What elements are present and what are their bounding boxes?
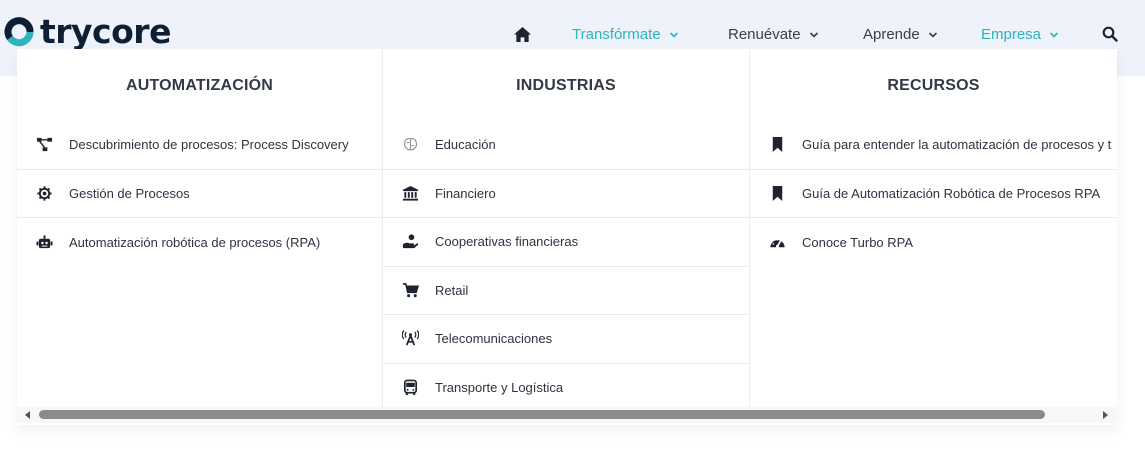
menu-item-label: Guía para entender la automatización de … [802,137,1112,153]
broadcast-tower-icon [402,330,419,346]
gear-icon [37,186,52,201]
menu-item-label: Transporte y Logística [435,380,564,396]
menu-item-cooperativas[interactable]: Cooperativas financieras [383,218,749,267]
top-nav: Transfórmate Renuévate Aprende Empresa [0,20,1145,48]
menu-item-process-discovery[interactable]: Descubrimiento de procesos: Process Disc… [17,121,382,170]
menu-item-retail[interactable]: Retail [383,267,749,315]
menu-item-educacion[interactable]: Educación [383,121,749,170]
home-icon [514,26,531,42]
bookmark-icon [772,185,783,201]
nav-item-empresa[interactable]: Empresa [981,20,1059,48]
menu-column-automatizacion: AUTOMATIZACIÓN Descubrimiento de proceso… [17,49,383,407]
horizontal-scrollbar[interactable] [17,407,1117,423]
menu-item-label: Retail [435,282,469,298]
brain-icon [403,138,418,151]
robot-icon [36,235,53,248]
menu-item-label: Automatización robótica de procesos (RPA… [69,234,321,250]
menu-item-label: Telecomunicaciones [435,331,553,347]
hand-coin-icon [402,234,419,249]
cart-icon [402,282,419,297]
menu-item-guia-rpa[interactable]: Guía de Automatización Robótica de Proce… [750,170,1117,218]
menu-item-telecomunicaciones[interactable]: Telecomunicaciones [383,315,749,364]
nav-item-aprende[interactable]: Aprende [863,20,938,48]
process-flow-icon [36,138,53,152]
column-title: INDUSTRIAS [516,76,616,94]
nav-item-transformate[interactable]: Transfórmate [572,20,679,48]
nav-item-label: Empresa [981,25,1042,43]
chevron-down-icon [928,31,937,38]
search-icon [1102,26,1118,42]
menu-item-label: Gestión de Procesos [69,185,190,201]
bus-icon [403,379,418,396]
menu-column-recursos: RECURSOS Guía para entender la automatiz… [750,49,1117,407]
menu-item-label: Descubrimiento de procesos: Process Disc… [69,137,349,153]
menu-item-financiero[interactable]: Financiero [383,170,749,218]
chevron-down-icon [809,31,818,38]
nav-item-label: Aprende [863,25,920,43]
column-title: AUTOMATIZACIÓN [125,76,274,94]
menu-item-label: Conoce Turbo RPA [802,234,914,250]
menu-item-turbo-rpa[interactable]: Conoce Turbo RPA [750,218,1117,267]
menu-item-rpa[interactable]: Automatización robótica de procesos (RPA… [17,218,382,267]
chevron-down-icon [669,31,678,38]
home-link[interactable] [513,20,532,48]
bank-icon [402,185,419,201]
menu-item-guia-automatizacion[interactable]: Guía para entender la automatización de … [750,121,1117,170]
chevron-down-icon [1049,31,1059,38]
column-title: RECURSOS [887,76,980,94]
scroll-left-arrow-icon[interactable] [25,411,30,419]
nav-item-label: Renuévate [728,25,801,43]
gauge-icon [770,238,785,248]
menu-item-label: Cooperativas financieras [435,234,579,250]
mega-menu: AUTOMATIZACIÓN Descubrimiento de proceso… [17,49,1117,425]
nav-item-renuevate[interactable]: Renuévate [728,20,819,48]
menu-item-label: Educación [435,137,496,153]
menu-item-transporte[interactable]: Transporte y Logística [383,364,749,413]
menu-item-gestion-procesos[interactable]: Gestión de Procesos [17,170,382,218]
scroll-right-arrow-icon[interactable] [1103,411,1108,419]
nav-item-label: Transfórmate [572,25,661,43]
bookmark-icon [772,137,783,153]
search-button[interactable] [1102,20,1118,48]
menu-item-label: Guía de Automatización Robótica de Proce… [802,185,1101,201]
menu-column-industrias: INDUSTRIAS Educación Financiero Cooperat… [383,49,750,407]
menu-item-label: Financiero [435,185,496,201]
scrollbar-thumb[interactable] [39,410,1045,419]
